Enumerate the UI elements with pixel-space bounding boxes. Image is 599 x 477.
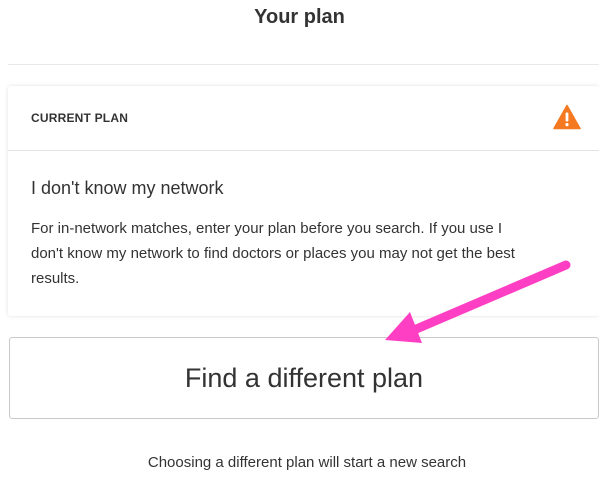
plan-description: For in-network matches, enter your plan … (31, 220, 515, 287)
plan-name: I don't know my network (31, 178, 224, 198)
warning-triangle-icon (553, 104, 581, 130)
plan-page: Your plan CURRENT PLAN I don't know my n… (0, 0, 599, 477)
current-plan-label: CURRENT PLAN (31, 111, 129, 125)
find-different-plan-button[interactable]: Find a different plan (9, 337, 599, 419)
current-plan-header: CURRENT PLAN (8, 86, 599, 151)
new-search-note: Choosing a different plan will start a n… (147, 454, 467, 471)
current-plan-panel: CURRENT PLAN I don't know my network For… (8, 86, 599, 316)
header-divider (8, 64, 599, 65)
page-title: Your plan (254, 6, 345, 28)
